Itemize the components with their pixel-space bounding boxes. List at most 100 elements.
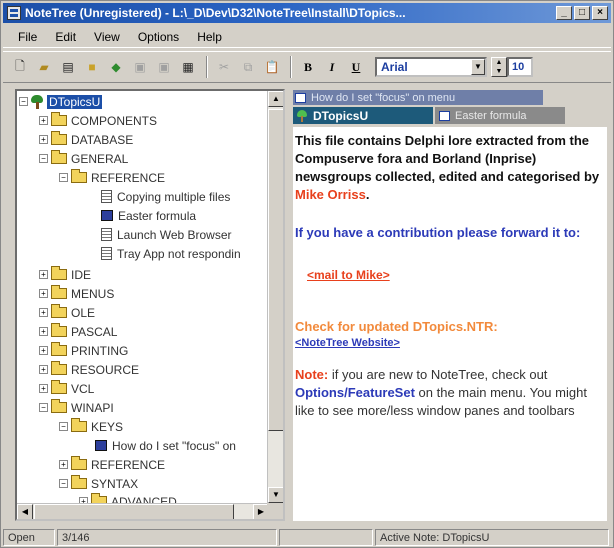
tree-item[interactable]: − WINAPI: [39, 398, 114, 417]
expand-icon[interactable]: +: [39, 289, 48, 298]
scroll-left-icon[interactable]: ◀: [17, 504, 33, 519]
tree-item-label: SYNTAX: [91, 476, 139, 491]
open-folder-icon: [51, 399, 67, 413]
folder-icon: [51, 342, 67, 356]
pane-splitter[interactable]: [286, 89, 291, 521]
tree-note[interactable]: How do I set "focus" on: [95, 436, 236, 455]
menu-help[interactable]: Help: [188, 30, 231, 44]
menu-file[interactable]: File: [9, 30, 46, 44]
tree-horizontal-scrollbar[interactable]: ◀ ▶: [17, 503, 269, 519]
menu-edit[interactable]: Edit: [46, 30, 85, 44]
topic-tree-panel[interactable]: − DTopicsU + COMPONENTS + DATABASE − GEN…: [15, 89, 285, 521]
tab-easter-formula[interactable]: Easter formula: [435, 107, 565, 124]
tree-item-label: PRINTING: [71, 343, 129, 358]
font-size-spinner[interactable]: ▲ ▼: [491, 57, 507, 77]
status-mode: Open: [3, 529, 55, 546]
open-file-button[interactable]: ▰: [33, 56, 55, 78]
mail-link[interactable]: <mail to Mike>: [307, 266, 607, 284]
open-folder-icon: [71, 169, 87, 183]
scroll-up-icon[interactable]: ▲: [268, 91, 283, 107]
tree-item[interactable]: + PRINTING: [39, 341, 128, 360]
tree-item[interactable]: + MENUS: [39, 284, 114, 303]
add-note-button[interactable]: ◆: [105, 56, 127, 78]
maximize-button[interactable]: □: [574, 6, 590, 20]
tree-item[interactable]: + OLE: [39, 303, 95, 322]
tree-item[interactable]: + IDE: [39, 265, 91, 284]
italic-button[interactable]: I: [321, 56, 343, 78]
folder-icon: [51, 304, 67, 318]
expand-icon[interactable]: +: [39, 346, 48, 355]
note-paragraph: Note: if you are new to NoteTree, check …: [295, 366, 607, 420]
tab-focus-on-menu[interactable]: How do I set "focus" on menu: [293, 90, 543, 105]
expand-icon[interactable]: +: [39, 384, 48, 393]
feature-set-text: Options/FeatureSet: [295, 385, 415, 400]
expand-icon[interactable]: +: [39, 116, 48, 125]
expand-icon[interactable]: +: [39, 365, 48, 374]
tree-item[interactable]: + DATABASE: [39, 130, 133, 149]
menu-view[interactable]: View: [85, 30, 129, 44]
scroll-thumb[interactable]: [34, 504, 234, 519]
new-file-button[interactable]: 🗋: [9, 56, 31, 78]
folder-icon: [91, 493, 107, 503]
close-button[interactable]: ×: [592, 6, 608, 20]
status-spacer: [279, 529, 373, 546]
title-bar[interactable]: NoteTree (Unregistered) - L:\_D\Dev\D32\…: [3, 3, 611, 23]
expand-icon[interactable]: +: [39, 327, 48, 336]
tree-item[interactable]: − KEYS: [59, 417, 123, 436]
bold-button[interactable]: B: [297, 56, 319, 78]
font-name-select[interactable]: Arial ▼: [375, 57, 487, 77]
tree-note[interactable]: Copying multiple files: [101, 187, 230, 206]
tab-dtopicsu[interactable]: DTopicsU: [293, 107, 433, 124]
expand-icon[interactable]: +: [59, 460, 68, 469]
tree-item[interactable]: − SYNTAX: [59, 474, 138, 493]
tree-item-label: IDE: [71, 267, 92, 282]
tree-item-label: GENERAL: [71, 151, 129, 166]
tree-item[interactable]: + PASCAL: [39, 322, 117, 341]
paste-button[interactable]: 📋: [261, 56, 283, 78]
tree-item[interactable]: − REFERENCE: [59, 168, 165, 187]
tree-item[interactable]: + REFERENCE: [59, 455, 165, 474]
collapse-icon[interactable]: −: [39, 403, 48, 412]
collapse-icon[interactable]: −: [59, 173, 68, 182]
tree-item[interactable]: + VCL: [39, 379, 94, 398]
save-as-button[interactable]: ▣: [153, 56, 175, 78]
collapse-icon[interactable]: −: [39, 154, 48, 163]
tree-note[interactable]: Tray App not respondin: [101, 244, 241, 263]
save-button[interactable]: ▣: [129, 56, 151, 78]
tree-item[interactable]: + COMPONENTS: [39, 111, 157, 130]
website-link[interactable]: <NoteTree Website>: [295, 336, 607, 350]
expand-icon[interactable]: +: [39, 135, 48, 144]
cut-button[interactable]: ✂: [213, 56, 235, 78]
font-size-input[interactable]: 10: [507, 57, 533, 77]
chevron-down-icon[interactable]: ▼: [471, 59, 485, 75]
toolbar-separator: [206, 56, 208, 78]
add-folder-button[interactable]: ■: [81, 56, 103, 78]
tree-item[interactable]: + RESOURCE: [39, 360, 139, 379]
print-button[interactable]: ▤: [57, 56, 79, 78]
scroll-thumb[interactable]: [268, 109, 283, 431]
collapse-icon[interactable]: −: [19, 97, 28, 106]
book-icon: [95, 440, 107, 451]
tree-note[interactable]: Launch Web Browser: [101, 225, 232, 244]
note-editor[interactable]: This file contains Delphi lore extracted…: [293, 127, 607, 521]
minimize-button[interactable]: _: [556, 6, 572, 20]
tree-note[interactable]: Easter formula: [101, 206, 196, 225]
save-icon: ▣: [134, 60, 146, 74]
expand-icon[interactable]: +: [39, 308, 48, 317]
collapse-icon[interactable]: −: [59, 422, 68, 431]
properties-button[interactable]: ▦: [177, 56, 199, 78]
expand-icon[interactable]: +: [39, 270, 48, 279]
menu-options[interactable]: Options: [129, 30, 188, 44]
scroll-down-icon[interactable]: ▼: [268, 487, 283, 503]
collapse-icon[interactable]: −: [59, 479, 68, 488]
tree-item[interactable]: + ADVANCED: [79, 492, 177, 503]
notetree-app-icon[interactable]: [7, 6, 21, 20]
copy-button[interactable]: ⧉: [237, 56, 259, 78]
active-note-label: Active Note:: [380, 531, 440, 544]
underline-button[interactable]: U: [345, 56, 367, 78]
tree-item[interactable]: − GENERAL: [39, 149, 128, 168]
printer-icon: ▤: [62, 60, 74, 74]
tree-root[interactable]: − DTopicsU: [19, 92, 103, 111]
tree-item-label: Copying multiple files: [117, 189, 231, 204]
tree-vertical-scrollbar[interactable]: ▲ ▼: [267, 91, 283, 503]
